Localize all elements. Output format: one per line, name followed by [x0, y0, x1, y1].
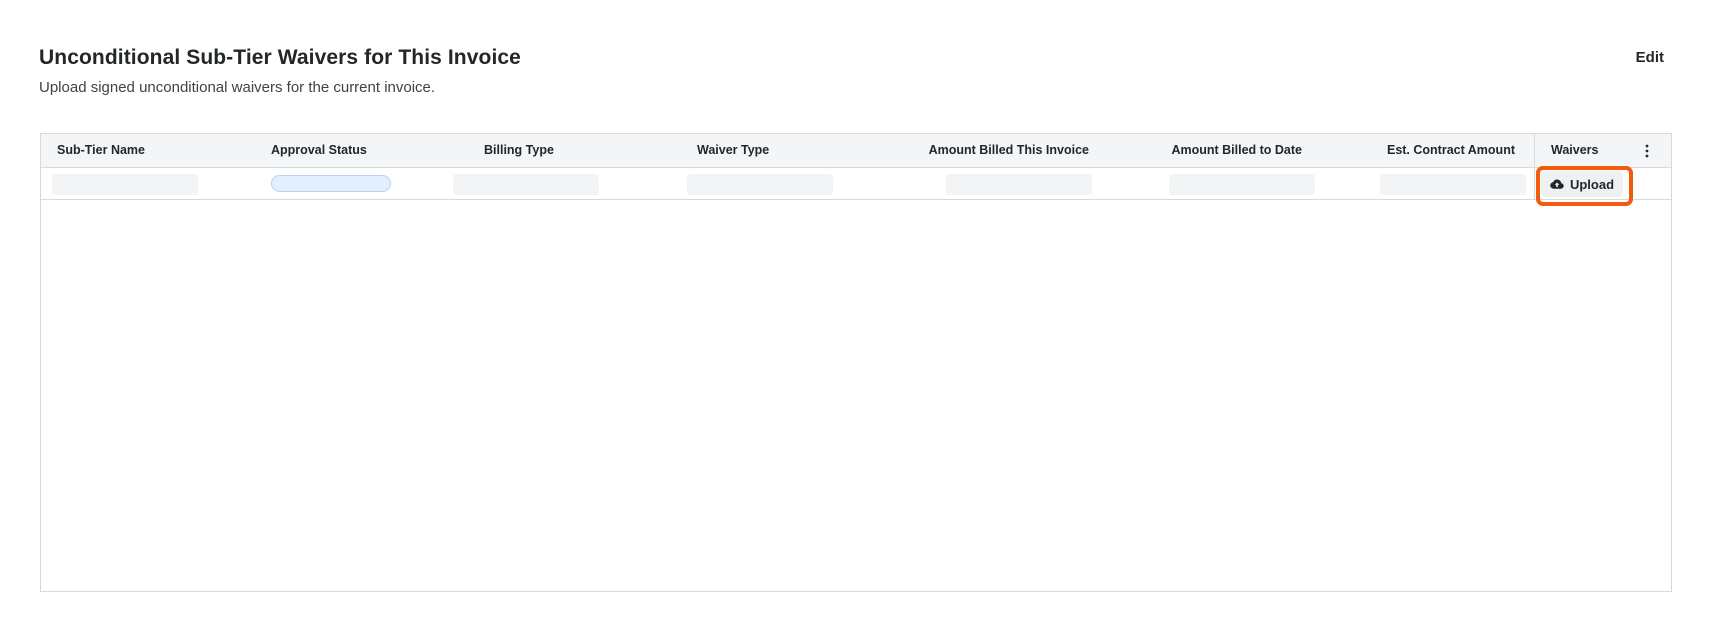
- table-header: Sub-Tier Name Approval Status Billing Ty…: [41, 134, 1671, 168]
- upload-button[interactable]: Upload: [1541, 171, 1623, 197]
- edit-button[interactable]: Edit: [1636, 49, 1664, 66]
- column-header-approval-status[interactable]: Approval Status: [271, 134, 367, 167]
- column-header-billing-type[interactable]: Billing Type: [484, 134, 554, 167]
- vertical-dots-icon: [1645, 144, 1649, 158]
- approval-status-placeholder: [271, 175, 391, 192]
- column-menu-button[interactable]: [1643, 144, 1651, 158]
- section-subtitle: Upload signed unconditional waivers for …: [39, 79, 436, 96]
- column-header-waivers[interactable]: Waivers: [1551, 134, 1598, 167]
- sub-tier-name-placeholder: [52, 174, 198, 195]
- table-row: Upload: [41, 166, 1671, 206]
- amount-billed-to-date-placeholder: [1169, 174, 1315, 195]
- waivers-table: Sub-Tier Name Approval Status Billing Ty…: [40, 133, 1672, 592]
- upload-button-label: Upload: [1569, 176, 1615, 192]
- column-header-est-contract-amount[interactable]: Est. Contract Amount: [1387, 134, 1515, 167]
- column-header-amount-billed-to-date[interactable]: Amount Billed to Date: [1171, 134, 1302, 167]
- column-header-amount-billed-this-invoice[interactable]: Amount Billed This Invoice: [929, 134, 1089, 167]
- waiver-type-placeholder: [687, 174, 833, 195]
- cloud-upload-icon: [1550, 179, 1564, 189]
- waivers-page: Unconditional Sub-Tier Waivers for This …: [0, 0, 1712, 636]
- amount-billed-this-invoice-placeholder: [946, 174, 1092, 195]
- column-header-sub-tier-name[interactable]: Sub-Tier Name: [57, 134, 145, 167]
- section-title: Unconditional Sub-Tier Waivers for This …: [39, 46, 521, 69]
- billing-type-placeholder: [453, 174, 599, 195]
- section-header: Unconditional Sub-Tier Waivers for This …: [39, 44, 521, 98]
- column-header-waiver-type[interactable]: Waiver Type: [697, 134, 769, 167]
- est-contract-amount-placeholder: [1380, 174, 1526, 195]
